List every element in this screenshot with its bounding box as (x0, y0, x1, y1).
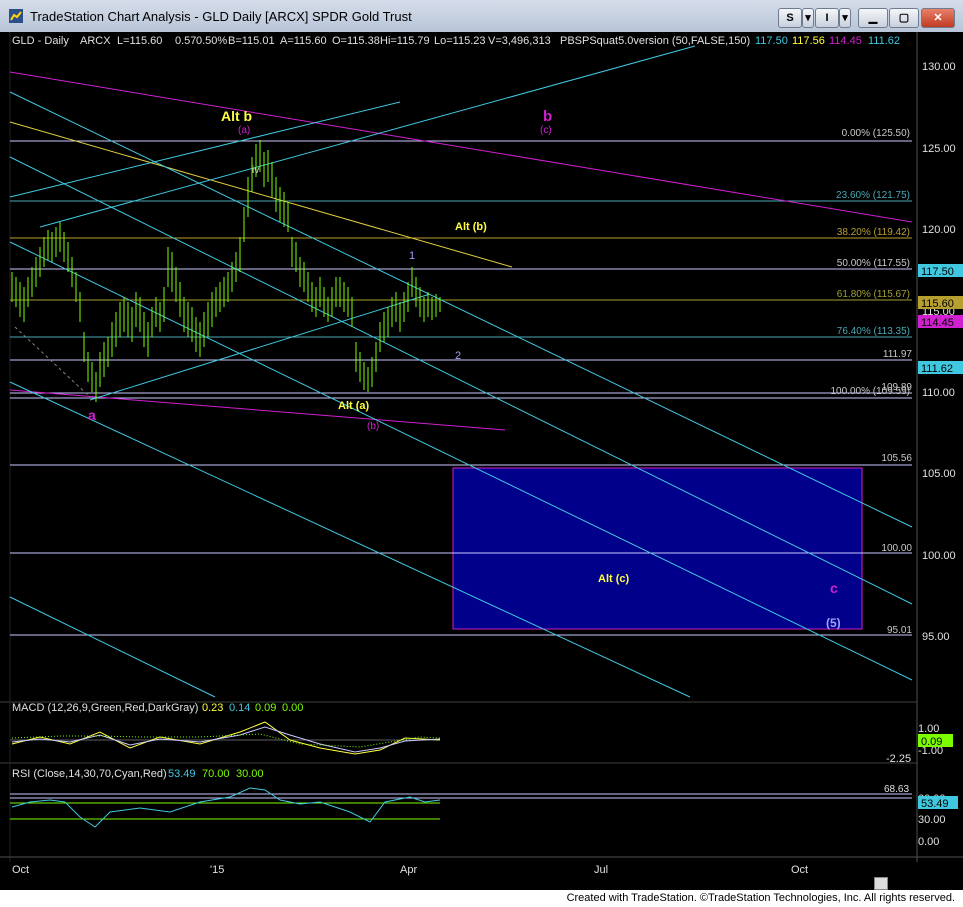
time-label: Oct (12, 864, 29, 876)
price-badge-cyan: 117.50 (921, 266, 954, 278)
price-badge-last: 115.60 (921, 298, 954, 310)
rsi-marker: 68.63 (884, 784, 909, 795)
s-button[interactable]: S (778, 8, 802, 28)
title-bar: TradeStation Chart Analysis - GLD Daily … (0, 0, 963, 33)
scroll-button[interactable] (874, 877, 888, 890)
header-change: 0.57 (175, 35, 196, 47)
fib-label-0: 0.00% (125.50) (842, 128, 910, 139)
price-badge-cyan-low: 111.62 (921, 363, 953, 375)
header-exchange: ARCX (80, 35, 111, 47)
price-tick: 130.00 (922, 61, 956, 73)
header-volume: V=3,496,313 (488, 35, 551, 47)
rsi-label: RSI (Close,14,30,70,Cyan,Red) (12, 768, 167, 780)
rsi-badge: 53.49 (921, 798, 949, 810)
header-indicator: PBSPSquat5.0version (50,FALSE,150) (560, 35, 750, 47)
header-ind-v3: 114.45 (829, 35, 862, 47)
macd-tick: 1.00 (918, 723, 939, 735)
macd-v3: 0.09 (255, 702, 276, 714)
header-last: L=115.60 (117, 35, 162, 47)
minimize-button[interactable]: ▁ (858, 8, 888, 28)
rsi-tick: 0.00 (918, 836, 939, 848)
annotation-five: (5) (826, 616, 841, 630)
level-label-95: 95.01 (887, 625, 912, 636)
level-label-111: 111.97 (883, 349, 913, 360)
fib-label-618: 61.80% (115.67) (837, 289, 910, 300)
macd-badge: 0.09 (921, 736, 942, 748)
level-label-100: 100.00 (881, 543, 912, 554)
footer: Created with TradeStation. ©TradeStation… (0, 877, 963, 907)
tradestation-app-icon (9, 9, 23, 23)
price-tick: 95.00 (922, 631, 950, 643)
chart-area[interactable]: GLD - Daily ARCX L=115.60 0.57 0.50% B=1… (0, 32, 963, 890)
annotation-alt-pb: Alt (b) (455, 221, 487, 233)
fib-label-236: 23.60% (121.75) (836, 190, 910, 201)
annotation-a: a (88, 407, 96, 423)
rsi-v2: 70.00 (202, 768, 230, 780)
header-ind-v1: 117.50 (755, 35, 788, 47)
annotation-one: 1 (409, 250, 415, 262)
chart-svg[interactable]: GLD - Daily ARCX L=115.60 0.57 0.50% B=1… (0, 32, 963, 890)
rsi-v1: 53.49 (168, 768, 196, 780)
header-bid: B=115.01 (228, 35, 275, 47)
annotation-alt-b: Alt b (221, 108, 252, 124)
window-title: TradeStation Chart Analysis - GLD Daily … (30, 9, 412, 24)
header-strip: GLD - Daily ARCX L=115.60 0.57 0.50% B=1… (12, 35, 900, 47)
header-ind-v2: 117.56 (792, 35, 825, 47)
annotation-alt-c: Alt (c) (598, 573, 630, 585)
macd-label: MACD (12,26,9,Green,Red,DarkGray) (12, 702, 198, 714)
macd-extra: -2.25 (886, 753, 911, 765)
annotation-iv: iv (252, 165, 259, 176)
price-tick: 125.00 (922, 143, 956, 155)
macd-v4: 0.00 (282, 702, 303, 714)
price-tick: 110.00 (922, 387, 955, 399)
price-tick: 120.00 (922, 224, 956, 236)
header-change-pct: 0.50% (196, 35, 227, 47)
price-badge-magenta: 114.45 (921, 317, 954, 329)
footer-copyright: Created with TradeStation. ©TradeStation… (566, 892, 955, 904)
i-dropdown-button[interactable]: ▾ (839, 8, 851, 28)
rsi-v3: 30.00 (236, 768, 264, 780)
macd-v2: 0.14 (229, 702, 250, 714)
annotation-alt-b-sub: (a) (238, 125, 250, 136)
fib-label-382: 38.20% (119.42) (837, 227, 910, 238)
annotation-c: c (830, 580, 838, 596)
i-button[interactable]: I (815, 8, 839, 28)
annotation-pb: (b) (367, 421, 379, 432)
header-low: Lo=115.23 (434, 35, 486, 47)
header-ask: A=115.60 (280, 35, 327, 47)
annotation-alt-a: Alt (a) (338, 400, 370, 412)
fib-label-100: 100.00% (109.59) (830, 386, 910, 397)
maximize-button[interactable]: ▢ (889, 8, 919, 28)
time-label: Jul (594, 864, 608, 876)
time-label: '15 (210, 864, 224, 876)
annotation-two: 2 (455, 350, 461, 362)
annotation-b: b (543, 108, 552, 125)
level-label-105: 105.56 (881, 453, 912, 464)
macd-v1: 0.23 (202, 702, 223, 714)
close-button[interactable]: ✕ (921, 8, 955, 28)
header-open: O=115.38 (332, 35, 380, 47)
s-dropdown-button[interactable]: ▾ (802, 8, 814, 28)
annotation-b-sub: (c) (540, 125, 552, 136)
header-ind-v4: 111.62 (868, 35, 900, 47)
fib-label-50: 50.00% (117.55) (837, 258, 910, 269)
fib-label-764: 76.40% (113.35) (837, 326, 910, 337)
price-tick: 105.00 (922, 468, 956, 480)
time-label: Apr (400, 864, 417, 876)
time-label: Oct (791, 864, 808, 876)
rsi-tick: 30.00 (918, 814, 946, 826)
price-tick: 100.00 (922, 550, 956, 562)
header-high: Hi=115.79 (380, 35, 430, 47)
header-symbol: GLD - Daily (12, 35, 69, 47)
